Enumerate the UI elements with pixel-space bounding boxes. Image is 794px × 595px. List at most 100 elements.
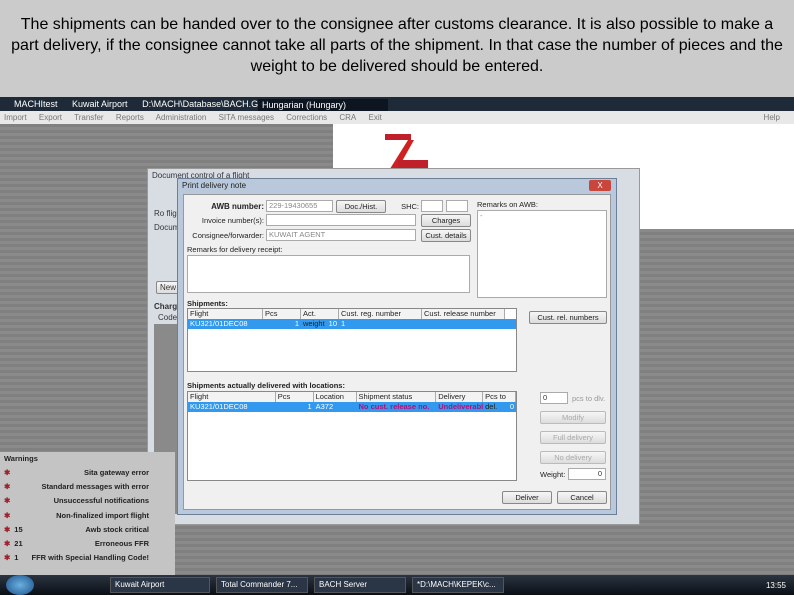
col-header[interactable]: Flight	[188, 392, 276, 402]
shc-input-1[interactable]	[421, 200, 443, 212]
cust-details-button[interactable]: Cust. details	[421, 229, 471, 242]
delivered-label: Shipments actually delivered with locati…	[187, 381, 345, 390]
menu-import[interactable]: Import	[4, 113, 27, 122]
delivery-cell: Undeliverable	[438, 402, 484, 411]
cust-rel-numbers-button[interactable]: Cust. rel. numbers	[529, 311, 607, 324]
remarks-delivery-textarea[interactable]	[187, 255, 470, 293]
cell: 0	[509, 402, 514, 411]
modify-button[interactable]: Modify	[540, 411, 606, 424]
cell: A372	[315, 402, 334, 411]
cell: 1	[341, 319, 346, 328]
consignee-input[interactable]: KUWAIT AGENT	[266, 229, 416, 241]
app-name: MACHItest	[14, 99, 58, 109]
awb-label: AWB number:	[211, 202, 264, 211]
menu-exit[interactable]: Exit	[369, 113, 382, 122]
col-header[interactable]: Delivery	[436, 392, 484, 402]
no-delivery-button[interactable]: No delivery	[540, 451, 606, 464]
shc-label: SHC:	[401, 202, 419, 211]
clock[interactable]: 13:55	[766, 581, 786, 590]
full-delivery-button[interactable]: Full delivery	[540, 431, 606, 444]
awb-input[interactable]: 229-19430655	[266, 200, 333, 212]
warnings-title: Warnings	[4, 454, 38, 463]
menu-reports[interactable]: Reports	[116, 113, 144, 122]
remarks-delivery-label: Remarks for delivery receipt:	[187, 245, 283, 254]
cell: 1	[307, 402, 312, 411]
menu-sita[interactable]: SITA messages	[219, 113, 274, 122]
col-header[interactable]: Shipment status	[356, 392, 437, 402]
warning-item[interactable]: ✱ Erroneous FFR 21	[4, 537, 171, 551]
menu-bar: Import Export Transfer Reports Administr…	[0, 111, 794, 124]
consignee-label: Consignee/forwarder:	[192, 231, 264, 240]
cancel-button[interactable]: Cancel	[557, 491, 607, 504]
warning-label: Erroneous FFR	[94, 538, 149, 548]
cell: 10	[328, 319, 337, 328]
col-header[interactable]: Pcs	[275, 392, 314, 402]
weight-input[interactable]: 0	[568, 468, 606, 480]
col-header[interactable]: Flight	[188, 309, 263, 319]
task-image-editor[interactable]: *D:\MACH\KEPEK\c...	[412, 577, 504, 593]
app-title-bar: MACHItest Kuwait Airport D:\MACH\Databas…	[0, 97, 794, 111]
invoice-label: Invoice number(s):	[201, 216, 264, 225]
table-header: Flight Pcs Act. weight Cust. reg. number…	[188, 309, 516, 328]
menu-cra[interactable]: CRA	[339, 113, 356, 122]
warning-item[interactable]: ✱ Sita gateway error	[4, 466, 171, 480]
col-header[interactable]: Cust. reg. number	[339, 309, 422, 319]
cell: KU321/01DEC08	[190, 319, 248, 328]
dialog-title: Print delivery note	[182, 181, 247, 190]
task-bach-server[interactable]: BACH Server	[314, 577, 406, 593]
warnings-panel: Warnings ✱ Sita gateway error ✱ Standard m…	[0, 452, 175, 575]
menu-transfer[interactable]: Transfer	[74, 113, 104, 122]
print-delivery-note-dialog: Print delivery note X AWB number: 229-19…	[177, 178, 617, 515]
cell	[422, 319, 505, 329]
warning-item[interactable]: ✱ Unsuccessful notifications	[4, 494, 171, 508]
warning-item[interactable]: ✱ Awb stock critical 15	[4, 523, 171, 537]
warning-item[interactable]: ✱ FFR with Special Handling Code! 1	[4, 551, 171, 565]
col-header[interactable]: Pcs	[263, 309, 301, 319]
warning-label: Awb stock critical	[85, 524, 149, 534]
task-total-commander[interactable]: Total Commander 7...	[216, 577, 308, 593]
bg-col: Ro flig	[154, 209, 177, 218]
warning-label: Sita gateway error	[83, 468, 149, 477]
menu-help[interactable]: Help	[764, 111, 780, 124]
remarks-awb-textarea[interactable]: -	[477, 210, 607, 298]
shipments-table: Flight Pcs Act. weight Cust. reg. number…	[187, 308, 517, 372]
menu-export[interactable]: Export	[39, 113, 62, 122]
col-header[interactable]: Cust. release number	[422, 309, 505, 319]
pcs-label: pcs to dlv.	[572, 394, 606, 403]
code-column: Code	[158, 313, 178, 322]
delivered-table: Flight Pcs Location Shipment status Deli…	[187, 391, 517, 481]
status-cell: No cust. release no.	[358, 402, 430, 411]
remarks-awb-label: Remarks on AWB:	[477, 200, 538, 209]
col-header[interactable]: Pcs to del.	[483, 392, 517, 411]
warning-item[interactable]: ✱ Standard messages with error	[4, 480, 171, 494]
table-row[interactable]: KU321/01DEC08 1 10 1	[188, 319, 516, 329]
pcs-stepper[interactable]: 0	[540, 392, 568, 404]
doc-hist-button[interactable]: Doc./Hist.	[336, 200, 386, 213]
warning-label: Non-finalized import flight	[56, 510, 149, 520]
db-path: D:\MACH\Database\BACH.GDB	[142, 99, 271, 109]
table-row[interactable]: KU321/01DEC08 1 A372 No cust. release no…	[188, 402, 516, 412]
taskbar: Kuwait Airport Total Commander 7... BACH…	[0, 575, 794, 595]
col-header[interactable]: Act. weight	[301, 309, 339, 328]
menu-corrections[interactable]: Corrections	[286, 113, 327, 122]
shc-input-2[interactable]	[446, 200, 468, 212]
col-header[interactable]: Location	[313, 392, 357, 402]
deliver-button[interactable]: Deliver	[502, 491, 552, 504]
start-button[interactable]	[6, 575, 34, 595]
bg-col: Docum	[154, 223, 180, 232]
invoice-input[interactable]	[266, 214, 416, 226]
menu-administration[interactable]: Administration	[156, 113, 207, 122]
task-kuwait-airport[interactable]: Kuwait Airport	[110, 577, 210, 593]
site-name: Kuwait Airport	[72, 99, 128, 109]
warning-item[interactable]: ✱ Non-finalized import flight	[4, 509, 171, 523]
charges-button[interactable]: Charges	[421, 214, 471, 227]
cell: KU321/01DEC08	[190, 402, 248, 411]
close-button[interactable]: X	[589, 180, 611, 191]
charges-label: Charg	[154, 302, 178, 311]
weight-label: Weight:	[540, 470, 566, 479]
warning-label: Standard messages with error	[41, 482, 149, 492]
screenshot: MACHItest Kuwait Airport D:\MACH\Databas…	[0, 97, 794, 595]
warning-label: FFR with Special Handling Code!	[31, 553, 149, 563]
language-indicator[interactable]: Hungarian (Hungary)	[258, 99, 388, 111]
table-header: Flight Pcs Location Shipment status Deli…	[188, 392, 517, 411]
